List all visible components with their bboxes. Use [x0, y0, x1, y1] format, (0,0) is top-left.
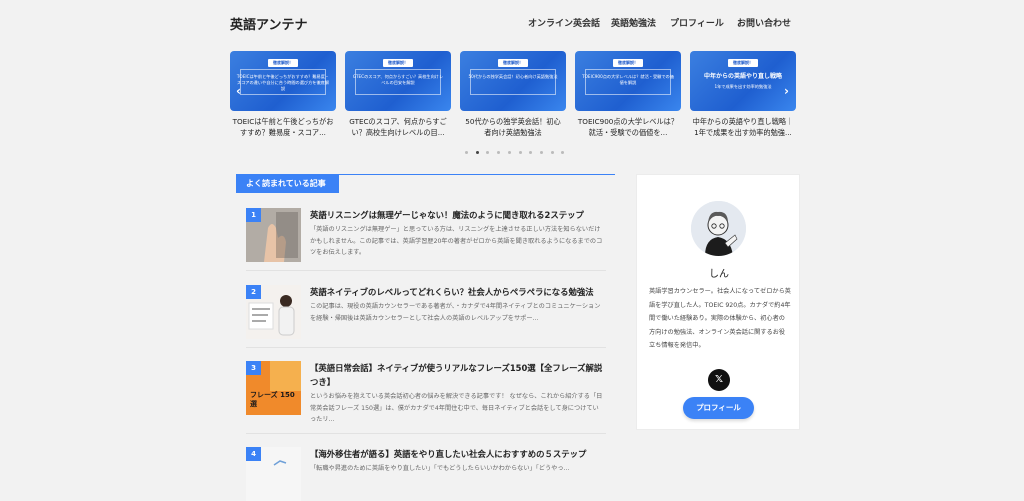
rank-badge: 1: [246, 208, 261, 222]
card-caption[interactable]: GTECのスコア、何点からすごい？高校生向けレベルの目...: [345, 116, 451, 138]
divider: [246, 433, 606, 434]
site-logo[interactable]: 英語アンテナ: [230, 14, 307, 33]
card-badge: 徹底解説！: [728, 59, 758, 67]
carousel-card[interactable]: 徹底解説！ TOEIC900点の大学レベルは？就活・受験での価値を解説 TOEI…: [575, 51, 681, 138]
pagination-dot[interactable]: [518, 151, 522, 154]
article-thumbnail[interactable]: 2: [246, 285, 301, 339]
divider: [246, 347, 606, 348]
pagination-dot[interactable]: [465, 151, 468, 154]
article-excerpt: この記事は、現役の英語カウンセラーである著者が、・カナダで4年間ネイティブとのコ…: [310, 303, 601, 322]
card-badge: 徹底解説！: [498, 59, 528, 67]
x-logo-icon[interactable]: 𝕏: [708, 369, 730, 391]
profile-button[interactable]: プロフィール: [683, 397, 754, 419]
thumb-title: 中年からの英語やり直し戦略: [703, 73, 782, 80]
profile-name: しん: [709, 269, 729, 280]
profile-bio: 英語学習カウンセラー。社会人になってゼロから英語を学び直した人。TOEIC 92…: [649, 288, 791, 349]
site-header: 英語アンテナ オンライン英会話 英語勉強法 プロフィール お問い合わせ: [0, 0, 1024, 44]
article-title[interactable]: 【英語日常会話】ネイティブが使うリアルなフレーズ150選【全フレーズ解説つき】: [310, 361, 605, 389]
pagination-dot[interactable]: [475, 151, 479, 154]
avatar-illustration-icon: [691, 201, 746, 256]
pagination-dot[interactable]: [539, 151, 543, 154]
profile-card: しん 英語学習カウンセラー。社会人になってゼロから英語を学び直した人。TOEIC…: [636, 174, 800, 430]
nav-contact[interactable]: お問い合わせ: [737, 16, 791, 29]
card-caption[interactable]: 中年からの英語やり直し戦略｜1年で成果を出す効率的勉強...: [690, 116, 796, 138]
carousel-pagination: [465, 151, 565, 155]
card-thumbnail[interactable]: 徹底解説！ TOEICは午前と午後どっちがおすすめ？難易度・スコアの違いや自分に…: [230, 51, 336, 111]
thumb-label: フレーズ 150選: [250, 391, 295, 408]
card-thumbnail[interactable]: 徹底解説！ TOEIC900点の大学レベルは？就活・受験での価値を解説: [575, 51, 681, 111]
chevron-right-icon[interactable]: ›: [784, 85, 789, 97]
card-badge: 徹底解説！: [613, 59, 643, 67]
thumb-frame: [470, 69, 556, 95]
card-caption[interactable]: TOEIC900点の大学レベルは？就活・受験での価値を...: [575, 116, 681, 138]
avatar: [691, 201, 746, 256]
pagination-dot[interactable]: [550, 151, 554, 154]
featured-carousel: 徹底解説！ TOEICは午前と午後どっちがおすすめ？難易度・スコアの違いや自分に…: [230, 51, 796, 143]
card-caption[interactable]: TOEICは午前と午後どっちがおすすめ？難易度・スコア...: [230, 116, 336, 138]
card-thumbnail[interactable]: 徹底解説！ 50代からの独学英会話！初心者向け英語勉強法: [460, 51, 566, 111]
pagination-dot[interactable]: [561, 151, 565, 154]
rank-badge: 4: [246, 447, 261, 461]
nav-profile[interactable]: プロフィール: [670, 16, 724, 29]
article-title[interactable]: 英語ネイティブのレベルってどれくらい？社会人からペラペラになる勉強法: [310, 285, 605, 299]
article-excerpt: というお悩みを抱えている英会話初心者の悩みを解決できる記事です！ なぜなら、これ…: [310, 393, 603, 423]
section-heading: よく読まれている記事: [236, 175, 339, 193]
thumb-title: 50代からの独学英会話！初心者向け英語勉強法: [468, 74, 558, 79]
divider: [246, 270, 606, 271]
article-title[interactable]: 英語リスニングは無理ゲーじゃない！魔法のように聞き取れる2ステップ: [310, 208, 605, 222]
carousel-card[interactable]: 徹底解説！ 中年からの英語やり直し戦略 1年で成果を出す効率的勉強法 中年からの…: [690, 51, 796, 138]
pagination-dot[interactable]: [507, 151, 511, 154]
article-thumbnail[interactable]: 4: [246, 447, 301, 501]
article-thumbnail[interactable]: 3 フレーズ 150選: [246, 361, 301, 415]
article-thumbnail[interactable]: 1: [246, 208, 301, 262]
card-thumbnail[interactable]: 徹底解説！ 中年からの英語やり直し戦略 1年で成果を出す効率的勉強法: [690, 51, 796, 111]
carousel-card[interactable]: 徹底解説！ 50代からの独学英会話！初心者向け英語勉強法 50代からの独学英会話…: [460, 51, 566, 138]
article-title[interactable]: 【海外移住者が語る】英語をやり直したい社会人におすすめの５ステップ: [310, 447, 605, 461]
article-excerpt: 「英語のリスニングは無理ゲー」と思っている方は、リスニングを上達させる正しい方法…: [310, 226, 603, 256]
card-badge: 徹底解説！: [268, 59, 298, 67]
thumb-subtitle: 1年で成果を出す効率的勉強法: [714, 84, 772, 89]
thumb-title: TOEICは午前と午後どっちがおすすめ？難易度・スコアの違いや自分に合う時間の選…: [236, 74, 330, 91]
rank-badge: 3: [246, 361, 261, 375]
nav-online-eikaiwa[interactable]: オンライン英会話: [528, 16, 600, 29]
card-caption[interactable]: 50代からの独学英会話！初心者向け英語勉強法: [460, 116, 566, 138]
rank-badge: 2: [246, 285, 261, 299]
card-badge: 徹底解説！: [383, 59, 413, 67]
thumb-title: TOEIC900点の大学レベルは？就活・受験での価値を解説: [582, 74, 674, 85]
card-thumbnail[interactable]: 徹底解説！ GTECのスコア、何点からすごい？高校生向けレベルの目安を解説: [345, 51, 451, 111]
carousel-card[interactable]: 徹底解説！ TOEICは午前と午後どっちがおすすめ？難易度・スコアの違いや自分に…: [230, 51, 336, 138]
article-excerpt: 「転職や昇進のために英語をやり直したい」「でもどうしたらいいかわからない」「どう…: [310, 465, 570, 472]
chevron-left-icon[interactable]: ‹: [236, 85, 241, 97]
pagination-dot[interactable]: [529, 151, 533, 154]
pagination-dot[interactable]: [486, 151, 490, 154]
pagination-dot[interactable]: [497, 151, 501, 154]
nav-study-method[interactable]: 英語勉強法: [611, 16, 656, 29]
thumb-title: GTECのスコア、何点からすごい？高校生向けレベルの目安を解説: [352, 74, 444, 85]
carousel-card[interactable]: 徹底解説！ GTECのスコア、何点からすごい？高校生向けレベルの目安を解説 GT…: [345, 51, 451, 138]
